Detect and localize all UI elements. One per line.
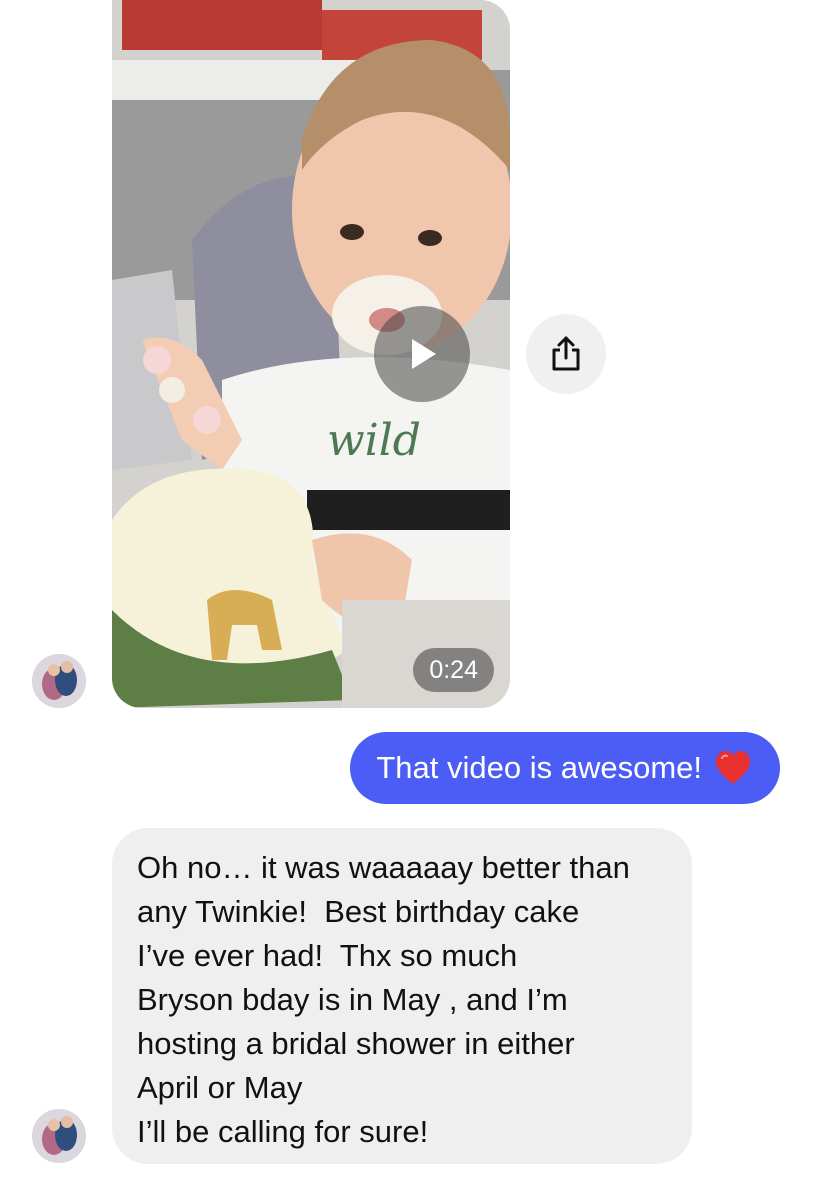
message-line: Oh no… it was waaaaay better than	[137, 850, 630, 885]
sender-avatar[interactable]	[32, 654, 86, 708]
video-duration: 0:24	[413, 648, 494, 692]
message-line: I’ll be calling for sure!	[137, 1114, 429, 1149]
incoming-message-bubble[interactable]: Oh no… it was waaaaay better than any Tw…	[112, 828, 692, 1164]
message-line: I’ve ever had! Thx so much	[137, 938, 518, 973]
avatar-photo	[32, 654, 86, 708]
message-line: any Twinkie! Best birthday cake	[137, 894, 580, 929]
message-line: hosting a bridal shower in either	[137, 1026, 575, 1061]
video-message[interactable]: wild 0:24	[112, 0, 510, 708]
share-icon	[552, 336, 580, 371]
message-line: Bryson bday is in May , and I’m	[137, 982, 568, 1017]
outgoing-message-bubble[interactable]: That video is awesome!	[350, 732, 780, 804]
sender-avatar[interactable]	[32, 1109, 86, 1163]
avatar-photo	[32, 1109, 86, 1163]
svg-text:wild: wild	[327, 415, 421, 466]
play-button[interactable]	[374, 306, 470, 402]
outgoing-message-text: That video is awesome!	[376, 750, 702, 785]
share-button[interactable]	[526, 314, 606, 394]
play-icon	[412, 339, 436, 369]
message-line: April or May	[137, 1070, 303, 1105]
heart-icon	[716, 751, 750, 784]
